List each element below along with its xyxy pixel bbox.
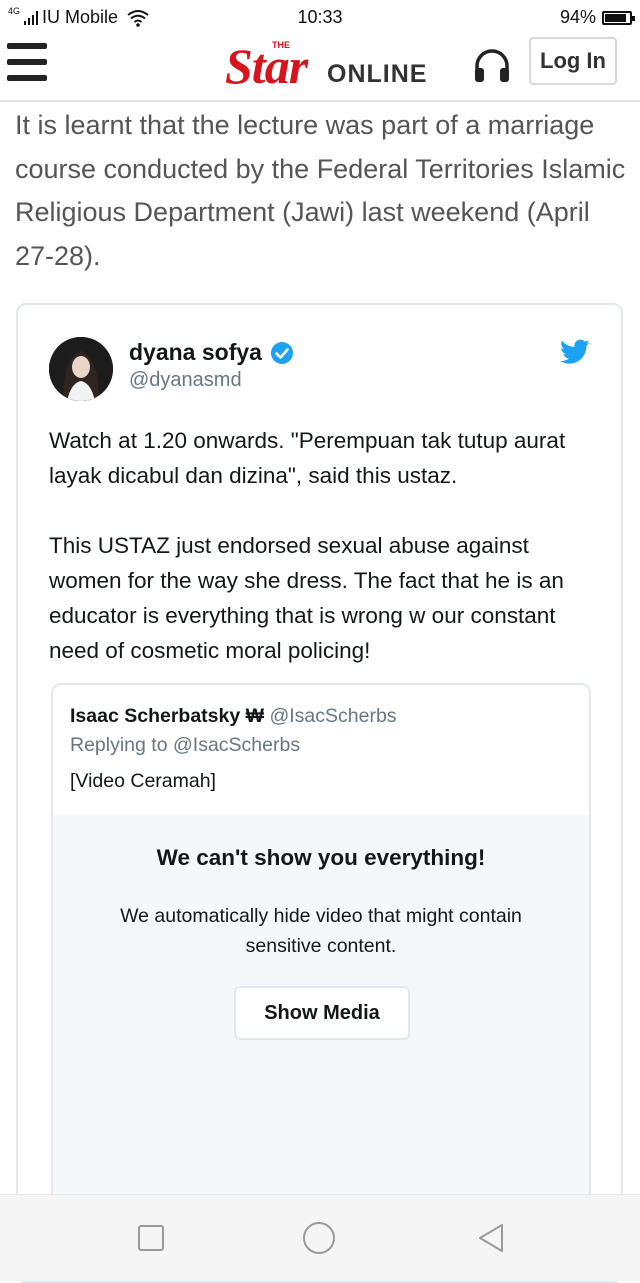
- clock: 10:33: [297, 7, 343, 27]
- site-header: Star THE ONLINE Log In: [0, 34, 640, 102]
- quoted-tweet-text: [Video Ceramah]: [70, 770, 216, 792]
- logo-the-text: THE: [272, 40, 290, 50]
- battery-percent: 94%: [559, 7, 596, 27]
- twitter-bird-icon[interactable]: [560, 339, 590, 365]
- avatar[interactable]: [49, 337, 113, 401]
- author-display-name: dyana sofya: [129, 339, 262, 365]
- logo-star-text: Star: [225, 38, 308, 94]
- quoted-author: Isaac Scherbatsky ₩ @IsacScherbs: [70, 705, 397, 728]
- status-bar: 4G IU Mobile 10:33 94%: [0, 0, 640, 34]
- article-paragraph: It is learnt that the lecture was part o…: [15, 110, 626, 271]
- sensitive-description: We automatically hide video that might c…: [120, 905, 522, 957]
- tweet-paragraph: This USTAZ just endorsed sexual abuse ag…: [49, 533, 564, 663]
- tweet-author-handle[interactable]: @dyanasmd: [129, 369, 242, 392]
- avatar-image: [49, 337, 113, 401]
- sensitive-title: We can't show you everything!: [156, 845, 486, 870]
- show-media-button[interactable]: Show Media: [234, 986, 410, 1040]
- headphones-icon[interactable]: [472, 46, 512, 86]
- battery-icon: [602, 10, 635, 25]
- circle-home-icon[interactable]: [302, 1221, 336, 1255]
- embedded-tweet[interactable]: dyana sofya @dyanasmd Watch at 1.20 onwa…: [16, 303, 623, 1283]
- tweet-author-name[interactable]: dyana sofya: [129, 339, 294, 366]
- triangle-back-icon[interactable]: [474, 1221, 508, 1255]
- the-star-online-logo[interactable]: Star THE ONLINE: [225, 38, 426, 94]
- replying-to-text: Replying to @IsacScherbs: [70, 734, 301, 756]
- square-recents-icon[interactable]: [134, 1221, 168, 1255]
- system-navigation-bar: [0, 1194, 640, 1281]
- logo-online-text: ONLINE: [327, 60, 428, 88]
- verified-badge-icon: [270, 341, 293, 364]
- quoted-author-name: Isaac Scherbatsky ₩: [70, 705, 265, 727]
- quoted-tweet[interactable]: Isaac Scherbatsky ₩ @IsacScherbs Replyin…: [51, 683, 591, 1281]
- tweet-text: Watch at 1.20 onwards. "Perempuan tak tu…: [49, 423, 599, 668]
- login-button[interactable]: Log In: [529, 37, 617, 85]
- tweet-paragraph: Watch at 1.20 onwards. "Perempuan tak tu…: [49, 428, 566, 488]
- hamburger-menu-icon[interactable]: [7, 43, 47, 81]
- quoted-author-handle: @IsacScherbs: [269, 705, 397, 727]
- battery-status: 94%: [559, 7, 635, 28]
